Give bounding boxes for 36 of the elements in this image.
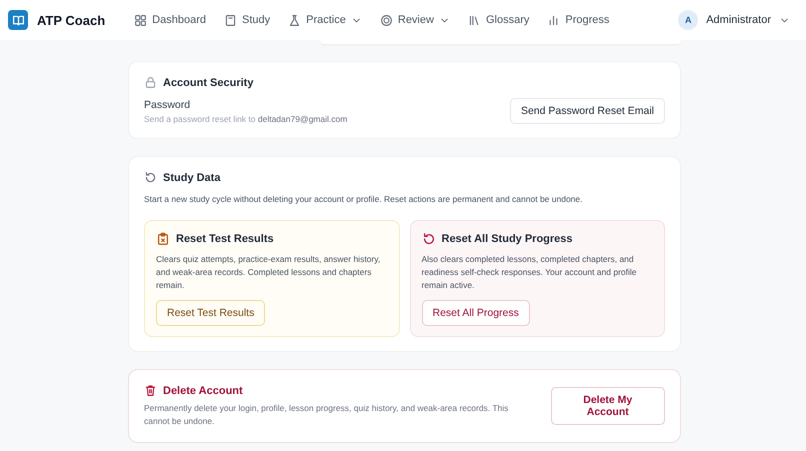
section-title: Account Security bbox=[163, 76, 254, 88]
reset-button[interactable]: Reset Test Results bbox=[156, 300, 266, 326]
lock-icon bbox=[144, 76, 157, 89]
library-icon bbox=[468, 14, 481, 26]
bar-chart-icon bbox=[547, 14, 560, 26]
avatar: A bbox=[678, 10, 698, 30]
nav-link[interactable]: Study bbox=[214, 14, 280, 26]
option-title: Reset All Study Progress bbox=[442, 233, 573, 245]
brand-name[interactable]: ATP Coach bbox=[37, 12, 106, 28]
user-menu[interactable]: A Administrator bbox=[678, 10, 798, 30]
section-description: Start a new study cycle without deleting your account or profile. Reset actions are permanent and cannot be undone. bbox=[144, 193, 584, 206]
nav-link[interactable]: Practice bbox=[279, 14, 371, 26]
option-description: Clears quiz attempts, practice-exam results, answer history, and weak-area records. Completed lessons and chapters remain. bbox=[156, 253, 382, 292]
nav-link[interactable]: Progress bbox=[538, 14, 618, 26]
nav-link[interactable]: Glossary bbox=[458, 14, 538, 26]
field-label: Password bbox=[144, 98, 192, 110]
option-description: Also clears completed lessons, completed chapters, and readiness self-check responses. Your account and profile remain active. bbox=[422, 253, 638, 292]
clipboard-icon bbox=[156, 232, 170, 246]
send-reset-email-button[interactable]: Send Password Reset Email bbox=[510, 98, 665, 124]
nav-link[interactable]: Dashboard bbox=[125, 14, 215, 26]
delete-account-button[interactable]: Delete My Account bbox=[550, 387, 665, 425]
section-title: Delete Account bbox=[163, 384, 243, 396]
section-title: Study Data bbox=[163, 172, 220, 184]
notebook-icon bbox=[224, 14, 237, 26]
trash-icon bbox=[144, 384, 157, 397]
reset-icon bbox=[144, 171, 157, 184]
logo-icon[interactable] bbox=[8, 10, 28, 30]
nav-link[interactable]: Review bbox=[370, 14, 459, 26]
target-icon bbox=[380, 14, 393, 26]
option-title: Reset Test Results bbox=[176, 233, 274, 245]
hint-text: Send a password reset link to deltadan79@gmail.com bbox=[144, 114, 348, 124]
grid-icon bbox=[134, 14, 148, 26]
reset-icon bbox=[422, 232, 436, 246]
flask-icon bbox=[288, 14, 302, 26]
section-description: Permanently delete your login, profile, lesson progress, quiz history, and weak-area records. This cannot be undone. bbox=[144, 402, 510, 428]
reset-button[interactable]: Reset All Progress bbox=[422, 300, 530, 326]
